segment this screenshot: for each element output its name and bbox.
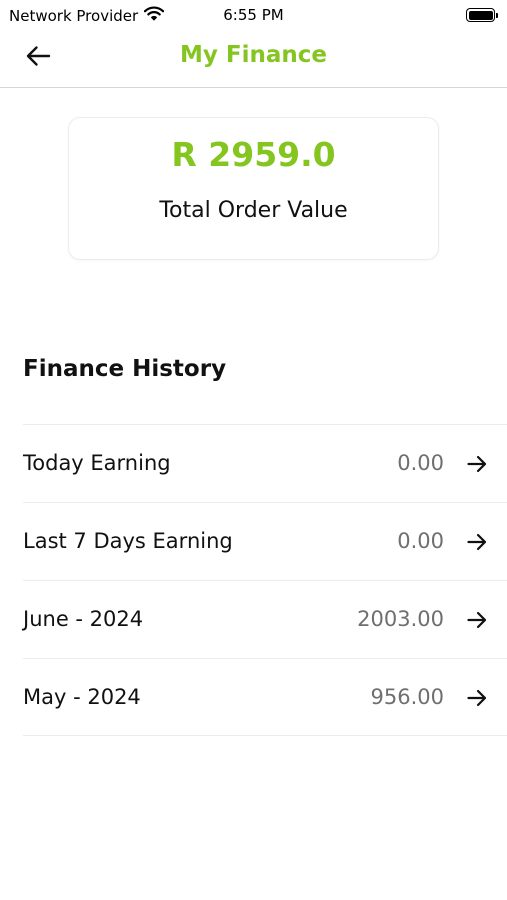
- row-value: 2003.00: [357, 607, 444, 631]
- history-row-may-2024[interactable]: May - 2024 956.00: [23, 658, 507, 736]
- history-row-june-2024[interactable]: June - 2024 2003.00: [23, 580, 507, 658]
- status-bar: Network Provider 6:55 PM: [0, 0, 507, 30]
- arrow-right-icon: [466, 687, 488, 709]
- total-order-amount: R 2959.0: [171, 135, 336, 174]
- row-label: May - 2024: [23, 685, 141, 709]
- battery-icon: [466, 8, 498, 22]
- nav-bar: My Finance: [0, 30, 507, 88]
- page-title: My Finance: [180, 42, 327, 68]
- history-row-today[interactable]: Today Earning 0.00: [23, 424, 507, 502]
- battery-level: [468, 10, 493, 20]
- row-value: 0.00: [397, 529, 444, 553]
- row-value: 956.00: [370, 685, 444, 709]
- finance-history-list: Today Earning 0.00 Last 7 Days Earning 0…: [23, 424, 507, 736]
- total-order-label: Total Order Value: [159, 198, 348, 223]
- status-time: 6:55 PM: [223, 6, 284, 24]
- battery-tip: [496, 12, 498, 18]
- arrow-right-icon: [466, 453, 488, 475]
- history-row-last-7-days[interactable]: Last 7 Days Earning 0.00: [23, 502, 507, 580]
- row-label: June - 2024: [23, 607, 144, 631]
- finance-history-title: Finance History: [23, 356, 227, 382]
- row-value: 0.00: [397, 451, 444, 475]
- finance-screen: Network Provider 6:55 PM My Finance R 29…: [0, 0, 507, 900]
- arrow-right-icon: [466, 609, 488, 631]
- arrow-right-icon: [466, 531, 488, 553]
- row-label: Today Earning: [23, 451, 171, 475]
- row-label: Last 7 Days Earning: [23, 529, 233, 553]
